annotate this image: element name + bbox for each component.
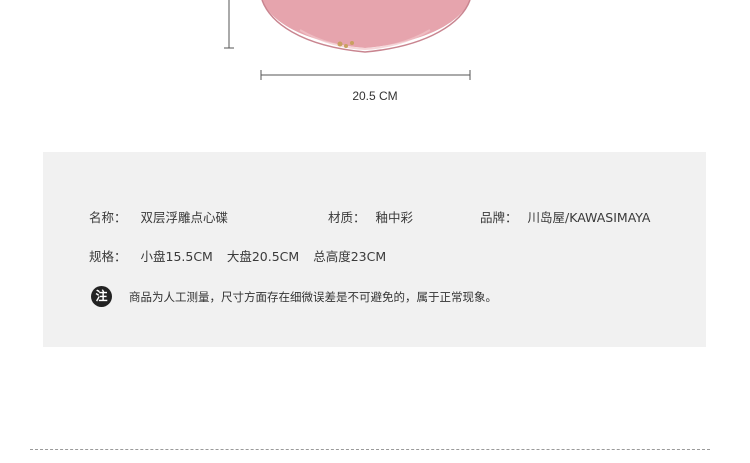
name-label: 名称：: [89, 210, 127, 225]
spec-name-row: 名称： 双层浮雕点心碟: [89, 207, 228, 226]
size-total-value: 总高度23CM: [313, 249, 387, 264]
material-label: 材质：: [328, 210, 366, 225]
brand-label: 品牌：: [480, 210, 518, 225]
size-label: 规格：: [89, 249, 127, 264]
name-value: 双层浮雕点心碟: [140, 210, 229, 225]
spec-size-row: 规格： 小盘15.5CM 大盘20.5CM 总高度23CM: [89, 246, 386, 265]
plate-body: [262, 0, 470, 48]
brand-value: 川岛屋/KAWASIMAYA: [527, 210, 651, 225]
bottom-dashed-divider: [30, 449, 710, 450]
spec-brand-row: 品牌： 川岛屋/KAWASIMAYA: [480, 207, 651, 226]
product-detail-page: 20.5 CM 名称： 双层浮雕点心碟 材质： 釉中彩 品牌： 川岛屋/KAWA…: [0, 0, 750, 463]
spec-panel: 名称： 双层浮雕点心碟 材质： 釉中彩 品牌： 川岛屋/KAWASIMAYA 规…: [43, 152, 706, 347]
notice-icon: 注: [91, 286, 112, 307]
size-large-value: 大盘20.5CM: [226, 249, 300, 264]
spec-material-row: 材质： 釉中彩: [328, 207, 413, 226]
material-value: 釉中彩: [375, 210, 414, 225]
notice-text: 商品为人工测量，尺寸方面存在细微误差是不可避免的，属于正常现象。: [129, 290, 497, 304]
size-small-value: 小盘15.5CM: [140, 249, 213, 264]
width-dimension-label: 20.5 CM: [352, 89, 398, 103]
